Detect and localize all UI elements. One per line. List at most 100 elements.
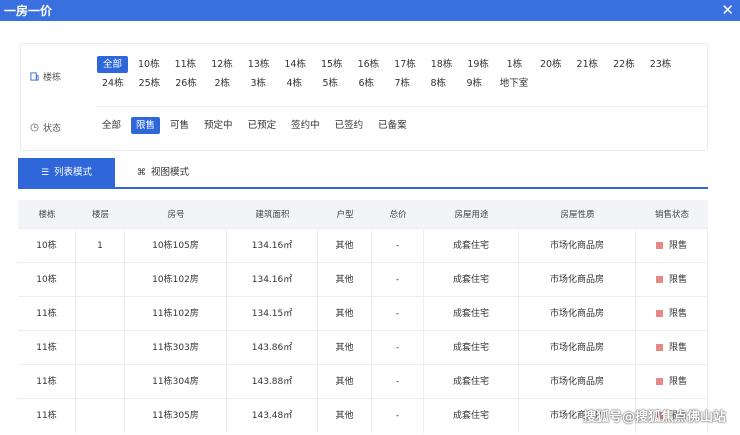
list-icon: ☰	[40, 168, 50, 178]
table-cell: -	[372, 262, 424, 297]
building-icon	[30, 72, 39, 81]
building-filter-chip[interactable]: 4栋	[279, 75, 310, 92]
table-cell: 成套住宅	[424, 296, 519, 331]
table-cell: -	[372, 228, 424, 263]
column-header: 房屋用途	[454, 210, 489, 220]
table-cell: 其他	[318, 296, 372, 331]
column-header: 建筑面积	[255, 210, 290, 220]
table-cell: 143.48㎡	[227, 398, 318, 433]
building-filter-chip[interactable]: 5栋	[315, 75, 346, 92]
status-filter-chip[interactable]: 可售	[165, 117, 194, 134]
status-text: 限售	[668, 240, 687, 251]
table-cell: 143.86㎡	[227, 330, 318, 365]
building-filter-chip[interactable]: 1栋	[499, 56, 530, 73]
building-filter-chip[interactable]: 24栋	[97, 75, 129, 92]
status-indicator	[655, 275, 663, 283]
column-header: 户型	[336, 210, 354, 220]
building-filter-chip[interactable]: 15栋	[316, 56, 348, 73]
table-cell: 11栋	[18, 364, 76, 399]
table-row[interactable]: 10栋 1 10栋105房 134.16㎡ 其他 - 成套住宅 市场化商品房 限售	[18, 228, 708, 263]
status-indicator	[655, 309, 663, 317]
building-filter-chip[interactable]: 23栋	[645, 56, 677, 73]
building-filter-chip[interactable]: 11栋	[170, 56, 202, 73]
building-filter-chip[interactable]: 12栋	[206, 56, 238, 73]
building-filter-chip[interactable]: 20栋	[535, 56, 567, 73]
status-label-text: 状态	[43, 124, 62, 134]
status-filter-chip[interactable]: 签约中	[286, 117, 325, 134]
title-bar: 一房一价 ✕	[0, 0, 740, 21]
table-cell: 10栋105房	[125, 228, 227, 263]
column-header: 总价	[389, 210, 407, 220]
table-cell: 成套住宅	[424, 262, 519, 297]
building-label-text: 楼栋	[43, 73, 62, 83]
building-filter-chip[interactable]: 19栋	[462, 56, 494, 73]
table-cell	[76, 330, 125, 365]
sale-status-cell: 限售	[636, 228, 708, 263]
sale-status-cell: 限售	[636, 330, 708, 365]
status-filter-chip[interactable]: 已签约	[330, 117, 369, 134]
status-text: 限售	[668, 274, 687, 285]
building-filter-label: 楼栋	[30, 70, 61, 83]
building-filter-chip[interactable]: 9栋	[459, 75, 490, 92]
status-filter-chip[interactable]: 已预定	[243, 117, 282, 134]
tab-list-mode[interactable]: ☰ 列表模式	[18, 158, 115, 187]
building-filter-chip[interactable]: 16栋	[353, 56, 385, 73]
table-cell: 市场化商品房	[519, 296, 636, 331]
table-cell: 11栋	[18, 330, 76, 365]
table-cell: 市场化商品房	[519, 262, 636, 297]
table-cell: 10栋	[18, 262, 76, 297]
table-cell	[76, 398, 125, 433]
table-cell: 134.16㎡	[227, 228, 318, 263]
table-cell: 134.16㎡	[227, 262, 318, 297]
table-cell: 其他	[318, 262, 372, 297]
building-filter-chip[interactable]: 21栋	[572, 56, 604, 73]
table-cell: 11栋305房	[125, 398, 227, 433]
table-cell: 134.15㎡	[227, 296, 318, 331]
status-filter-chip[interactable]: 限售	[131, 117, 161, 134]
window-title: 一房一价	[4, 4, 53, 18]
table-cell: 市场化商品房	[519, 228, 636, 263]
status-chip-list: 全部 限售 可售 预定中 已预定 签约中 已签约 已备案	[97, 117, 697, 134]
tab-view-label: 视图模式	[150, 167, 189, 178]
building-filter-chip[interactable]: 全部	[97, 56, 128, 73]
table-body: 10栋 1 10栋105房 134.16㎡ 其他 - 成套住宅 市场化商品房 限售 10栋 10栋1…	[18, 228, 708, 433]
building-filter-chip[interactable]: 13栋	[243, 56, 275, 73]
status-text: 限售	[668, 342, 687, 353]
status-text: 限售	[668, 308, 687, 319]
table-cell: 1	[76, 228, 125, 263]
table-cell	[76, 364, 125, 399]
building-filter-chip[interactable]: 14栋	[279, 56, 311, 73]
building-filter-chip[interactable]: 18栋	[426, 56, 458, 73]
building-filter-chip[interactable]: 8栋	[423, 75, 454, 92]
close-icon[interactable]: ✕	[721, 0, 734, 21]
table-row[interactable]: 11栋 11栋102房 134.15㎡ 其他 - 成套住宅 市场化商品房 限售	[18, 296, 708, 331]
building-filter-chip[interactable]: 17栋	[389, 56, 421, 73]
table-cell: -	[372, 296, 424, 331]
table-cell: 11栋	[18, 296, 76, 331]
building-filter-chip[interactable]: 10栋	[133, 56, 165, 73]
building-filter-chip[interactable]: 26栋	[170, 75, 202, 92]
building-filter-chip[interactable]: 7栋	[387, 75, 418, 92]
table-row[interactable]: 11栋 11栋303房 143.86㎡ 其他 - 成套住宅 市场化商品房 限售	[18, 330, 708, 365]
table-row[interactable]: 10栋 10栋102房 134.16㎡ 其他 - 成套住宅 市场化商品房 限售	[18, 262, 708, 297]
status-filter-chip[interactable]: 全部	[97, 117, 126, 134]
status-filter-chip[interactable]: 已备案	[373, 117, 412, 134]
status-filter-chip[interactable]: 预定中	[199, 117, 238, 134]
watermark: 搜狐号@搜狐焦点佛山站	[582, 410, 726, 425]
building-filter-chip[interactable]: 3栋	[243, 75, 274, 92]
filter-panel: 楼栋 全部 10栋 11栋 12栋 13栋 14栋 15栋 16栋 17栋 18栋 19栋 1栋 20栋…	[20, 43, 708, 151]
clock-icon	[30, 123, 39, 132]
building-filter-chip[interactable]: 6栋	[351, 75, 382, 92]
building-filter-chip[interactable]: 25栋	[134, 75, 166, 92]
status-filter-label: 状态	[30, 121, 61, 134]
tab-list-label: 列表模式	[54, 167, 93, 178]
building-filter-chip[interactable]: 2栋	[207, 75, 238, 92]
sale-status-cell: 限售	[636, 296, 708, 331]
sale-status-cell: 限售	[636, 262, 708, 297]
table-cell: -	[372, 330, 424, 365]
tab-view-mode[interactable]: ⌘ 视图模式	[115, 158, 211, 187]
table-header: 楼栋 楼层 房号 建筑面积 户型 总价 房屋用途 房屋性质 销售状态	[18, 200, 708, 228]
table-row[interactable]: 11栋 11栋304房 143.88㎡ 其他 - 成套住宅 市场化商品房 限售	[18, 364, 708, 399]
building-filter-chip[interactable]: 地下室	[495, 75, 534, 92]
building-filter-chip[interactable]: 22栋	[608, 56, 640, 73]
